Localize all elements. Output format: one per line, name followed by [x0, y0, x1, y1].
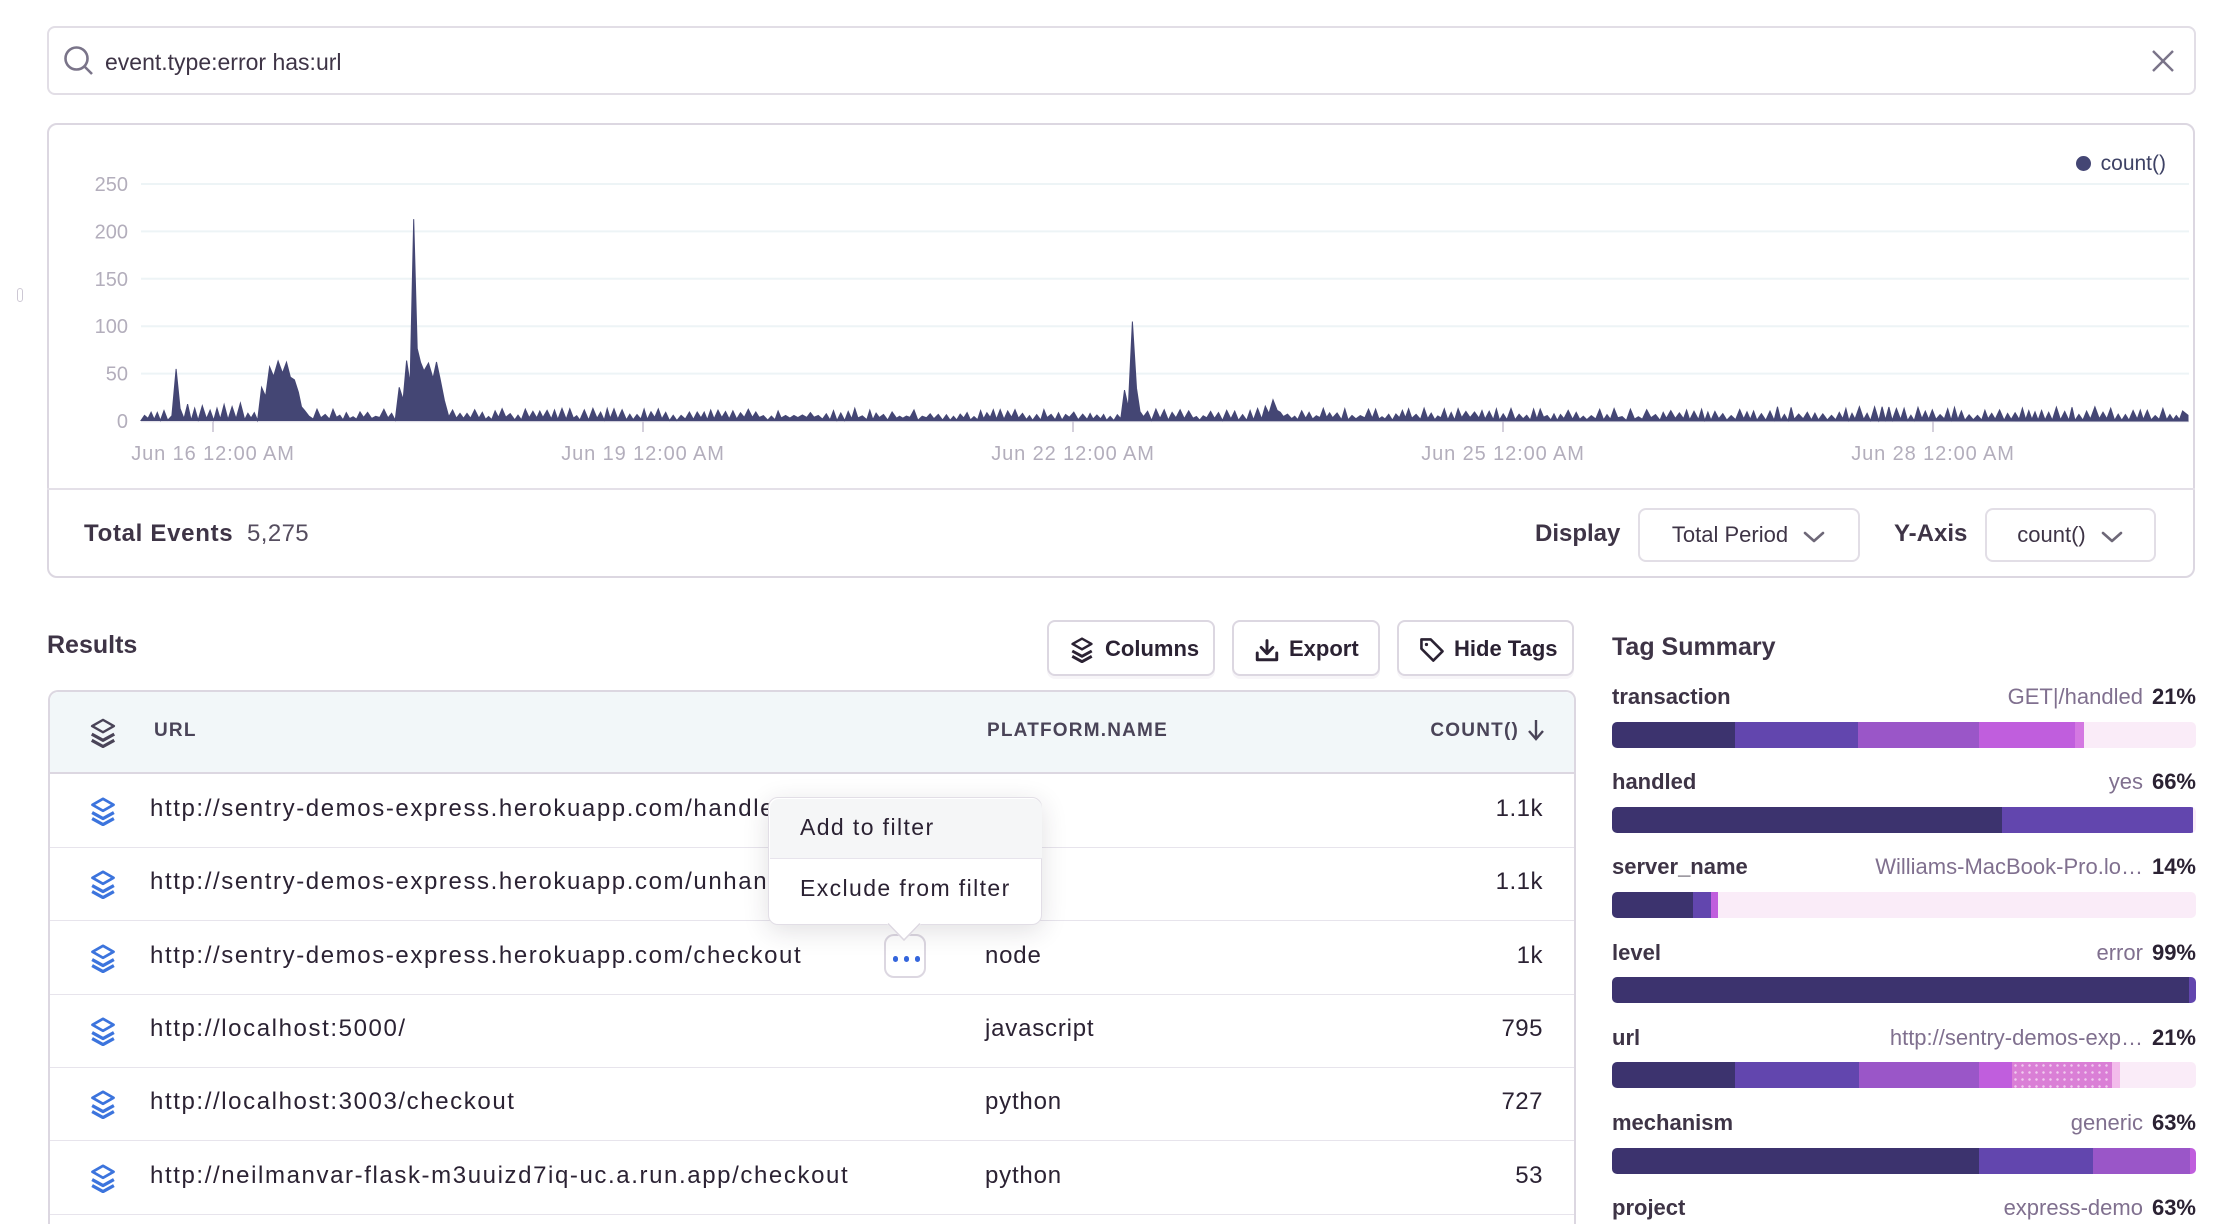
svg-text:250: 250: [95, 174, 128, 196]
svg-text:150: 150: [95, 269, 128, 291]
svg-text:Jun 25 12:00 AM: Jun 25 12:00 AM: [1421, 443, 1585, 465]
svg-text:Jun 28 12:00 AM: Jun 28 12:00 AM: [1851, 443, 2015, 465]
svg-text:0: 0: [117, 411, 128, 433]
svg-text:50: 50: [106, 364, 128, 386]
svg-text:200: 200: [95, 221, 128, 243]
svg-text:100: 100: [95, 316, 128, 338]
svg-text:Jun 19 12:00 AM: Jun 19 12:00 AM: [561, 443, 725, 465]
svg-text:Jun 16 12:00 AM: Jun 16 12:00 AM: [131, 443, 295, 465]
svg-text:Jun 22 12:00 AM: Jun 22 12:00 AM: [991, 443, 1155, 465]
